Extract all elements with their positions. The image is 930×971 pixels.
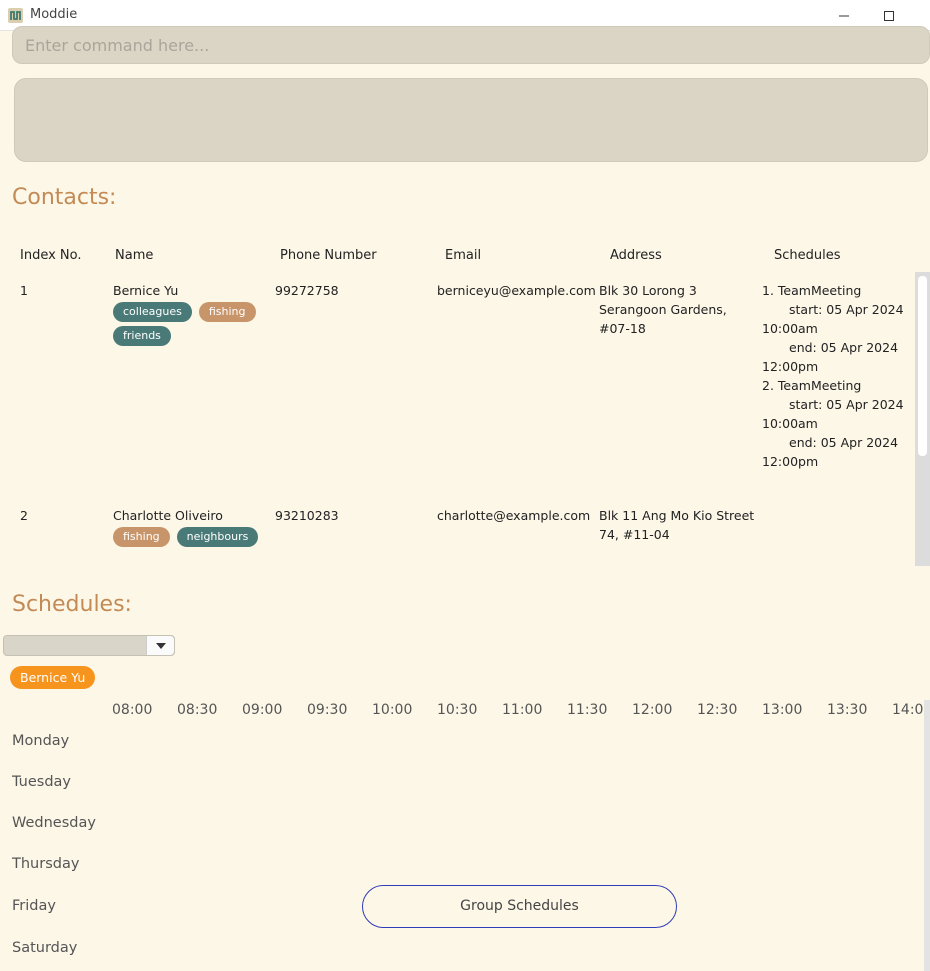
contact-name: Bernice Yu: [113, 283, 179, 298]
schedules-title: Schedules:: [12, 592, 132, 617]
time-label: 13:30: [827, 702, 868, 718]
contacts-scrollbar[interactable]: [915, 272, 930, 566]
contact-email: charlotte@example.com: [437, 508, 591, 523]
schedule-end-time: 12:00pm: [762, 359, 819, 374]
contact-phone: 99272758: [275, 283, 339, 298]
contacts-title: Contacts:: [12, 185, 117, 210]
column-header-email: Email: [445, 248, 482, 263]
contact-email: berniceyu@example.com: [437, 283, 596, 298]
column-header-address: Address: [610, 248, 662, 263]
address-line: Blk 11 Ang Mo Kio Street: [599, 508, 755, 523]
address-line: 74, #11-04: [599, 527, 670, 542]
contacts-table-header: Index No. Name Phone Number Email Addres…: [0, 248, 930, 266]
time-label: 12:30: [697, 702, 738, 718]
contact-schedules: 1. TeamMeeting start: 05 Apr 2024 10:00a…: [762, 281, 904, 471]
day-label: Wednesday: [12, 815, 96, 831]
person-selector-dropdown[interactable]: [3, 635, 175, 656]
schedule-title: 2. TeamMeeting: [762, 378, 862, 393]
schedule-scrollbar[interactable]: [924, 700, 930, 971]
schedule-start: start: 05 Apr 2024: [789, 397, 904, 412]
tag-friends: friends: [113, 326, 171, 346]
schedule-start-time: 10:00am: [762, 321, 818, 336]
schedule-start: start: 05 Apr 2024: [789, 302, 904, 317]
time-label: 08:30: [177, 702, 218, 718]
group-schedules-button[interactable]: Group Schedules: [362, 885, 677, 928]
schedule-end-time: 12:00pm: [762, 454, 819, 469]
tag-colleagues: colleagues: [113, 302, 192, 322]
address-line: #07-18: [599, 321, 646, 336]
day-label: Monday: [12, 733, 70, 749]
contact-tags: fishing neighbours: [113, 527, 263, 547]
schedule-end: end: 05 Apr 2024: [789, 435, 899, 450]
time-label: 11:30: [567, 702, 608, 718]
column-header-schedules: Schedules: [774, 248, 841, 263]
result-display: [14, 78, 928, 162]
time-label: 13:00: [762, 702, 803, 718]
time-label: 10:00: [372, 702, 413, 718]
day-label: Friday: [12, 898, 56, 914]
column-header-index: Index No.: [20, 248, 82, 263]
time-label: 09:00: [242, 702, 283, 718]
day-label: Saturday: [12, 940, 78, 956]
time-label: 08:00: [112, 702, 153, 718]
tag-fishing: fishing: [198, 302, 256, 322]
contact-name-cell: Charlotte Oliveiro fishing neighbours: [113, 506, 263, 547]
tag-neighbours: neighbours: [176, 527, 259, 547]
command-input[interactable]: [25, 35, 905, 55]
column-header-phone: Phone Number: [280, 248, 377, 263]
app-icon: [8, 8, 23, 23]
contact-phone: 93210283: [275, 508, 339, 523]
contact-index: 1: [20, 283, 28, 298]
schedule-end: end: 05 Apr 2024: [789, 340, 899, 355]
schedule-start-time: 10:00am: [762, 416, 818, 431]
time-label: 14:00: [892, 702, 924, 718]
address-line: Blk 30 Lorong 3: [599, 283, 697, 298]
time-label: 12:00: [632, 702, 673, 718]
time-label: 10:30: [437, 702, 478, 718]
time-label: 09:30: [307, 702, 348, 718]
column-header-name: Name: [115, 248, 154, 263]
contact-address: Blk 11 Ang Mo Kio Street 74, #11-04: [599, 506, 754, 544]
contact-name-cell: Bernice Yu colleagues fishing friends: [113, 281, 263, 346]
contacts-list[interactable]: 1 Bernice Yu colleagues fishing friends …: [0, 272, 915, 566]
chevron-down-icon[interactable]: [146, 636, 174, 655]
contacts-scrollbar-thumb[interactable]: [918, 276, 927, 456]
day-label: Thursday: [12, 856, 80, 872]
schedule-title: 1. TeamMeeting: [762, 283, 862, 298]
day-label: Tuesday: [12, 774, 71, 790]
contact-index: 2: [20, 508, 28, 523]
address-line: Serangoon Gardens,: [599, 302, 727, 317]
contact-name: Charlotte Oliveiro: [113, 508, 223, 523]
time-label: 11:00: [502, 702, 543, 718]
tag-fishing: fishing: [113, 527, 170, 547]
window-title: Moddie: [30, 7, 78, 22]
command-box: [12, 26, 930, 64]
contact-tags: colleagues fishing friends: [113, 302, 263, 346]
contact-address: Blk 30 Lorong 3 Serangoon Gardens, #07-1…: [599, 281, 727, 338]
selected-person-chip[interactable]: Bernice Yu: [10, 666, 96, 689]
